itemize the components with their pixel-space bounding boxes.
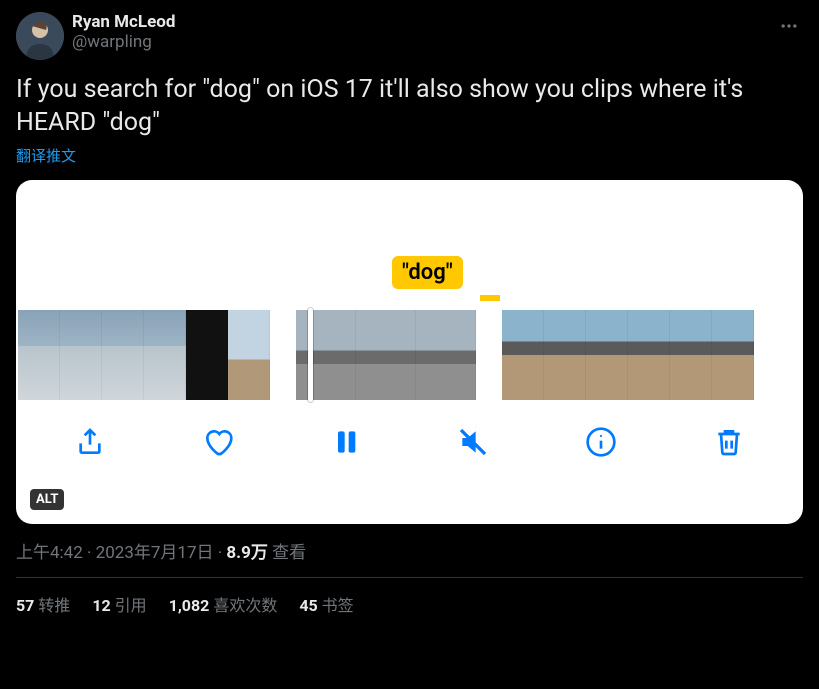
- author-names: Ryan McLeod @warpling: [72, 12, 767, 52]
- video-frame: [144, 310, 186, 400]
- trash-icon[interactable]: [711, 424, 747, 460]
- search-tooltip: "dog": [392, 256, 463, 289]
- likes-stat[interactable]: 1,082 喜欢次数: [169, 592, 278, 616]
- pause-icon[interactable]: [328, 424, 364, 460]
- handle[interactable]: @warpling: [72, 32, 767, 52]
- more-icon[interactable]: [775, 12, 803, 45]
- video-frame: [712, 310, 754, 400]
- share-icon[interactable]: [72, 424, 108, 460]
- time[interactable]: 上午4:42: [16, 543, 83, 563]
- heart-icon[interactable]: [200, 424, 236, 460]
- video-frame: [60, 310, 102, 400]
- video-frame: [502, 310, 544, 400]
- video-frame: [186, 310, 228, 400]
- video-frame: [628, 310, 670, 400]
- avatar[interactable]: [16, 12, 64, 60]
- playhead[interactable]: [308, 308, 313, 402]
- video-frame: [544, 310, 586, 400]
- tweet-header: Ryan McLeod @warpling: [16, 12, 803, 60]
- views-count: 8.9万: [226, 543, 267, 563]
- clip-group-3[interactable]: [502, 310, 754, 400]
- display-name[interactable]: Ryan McLeod: [72, 12, 767, 32]
- video-frame: [102, 310, 144, 400]
- timestamp-row: 上午4:42 · 2023年7月17日 · 8.9万 查看: [16, 538, 803, 563]
- alt-badge[interactable]: ALT: [30, 489, 64, 510]
- clip-group-2[interactable]: [296, 310, 476, 400]
- views-label: 查看: [268, 543, 306, 563]
- quotes-stat[interactable]: 12 引用: [92, 592, 146, 616]
- date[interactable]: 2023年7月17日: [96, 543, 214, 563]
- tooltip-pointer: [480, 295, 500, 301]
- tweet-text: If you search for "dog" on iOS 17 it'll …: [16, 74, 803, 139]
- video-frame: [296, 310, 356, 400]
- video-frame: [670, 310, 712, 400]
- media-toolbar: [16, 400, 803, 478]
- stats-row: 57 转推 12 引用 1,082 喜欢次数 45 书签: [16, 592, 803, 616]
- video-frame: [356, 310, 416, 400]
- translate-link[interactable]: 翻译推文: [16, 145, 803, 166]
- info-icon[interactable]: [583, 424, 619, 460]
- video-frame: [586, 310, 628, 400]
- media-card[interactable]: "dog": [16, 180, 803, 524]
- divider: [16, 577, 803, 578]
- clip-group-1[interactable]: [18, 310, 270, 400]
- video-timeline[interactable]: [16, 310, 803, 400]
- tooltip-area: "dog": [16, 180, 803, 310]
- retweets-stat[interactable]: 57 转推: [16, 592, 70, 616]
- video-frame: [228, 310, 270, 400]
- video-frame: [18, 310, 60, 400]
- tweet: Ryan McLeod @warpling If you search for …: [0, 0, 819, 628]
- video-frame: [416, 310, 476, 400]
- bookmarks-stat[interactable]: 45 书签: [299, 592, 353, 616]
- mute-icon[interactable]: [455, 424, 491, 460]
